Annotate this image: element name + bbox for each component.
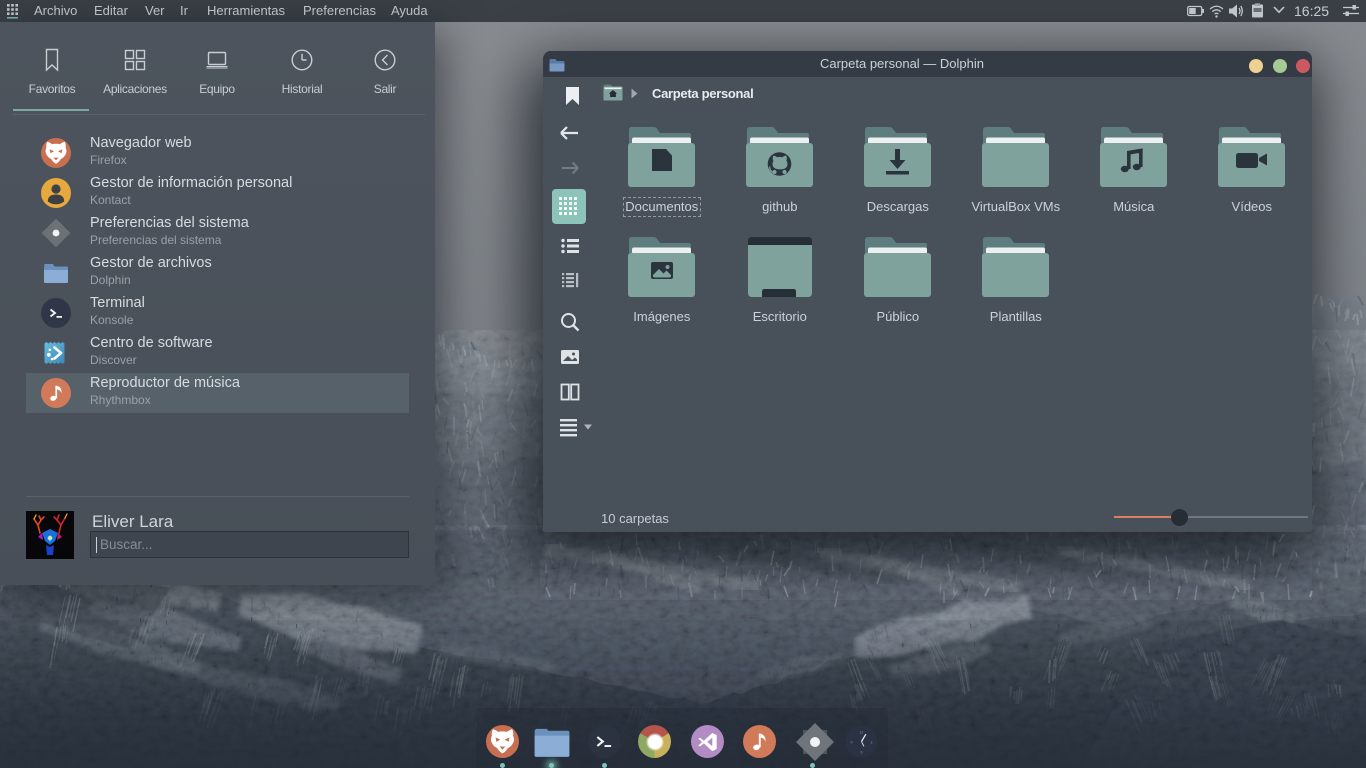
svg-text:9: 9 <box>850 739 852 744</box>
svg-text:3: 3 <box>870 739 872 744</box>
svg-text:6: 6 <box>861 750 863 755</box>
svg-text:12: 12 <box>859 729 863 734</box>
